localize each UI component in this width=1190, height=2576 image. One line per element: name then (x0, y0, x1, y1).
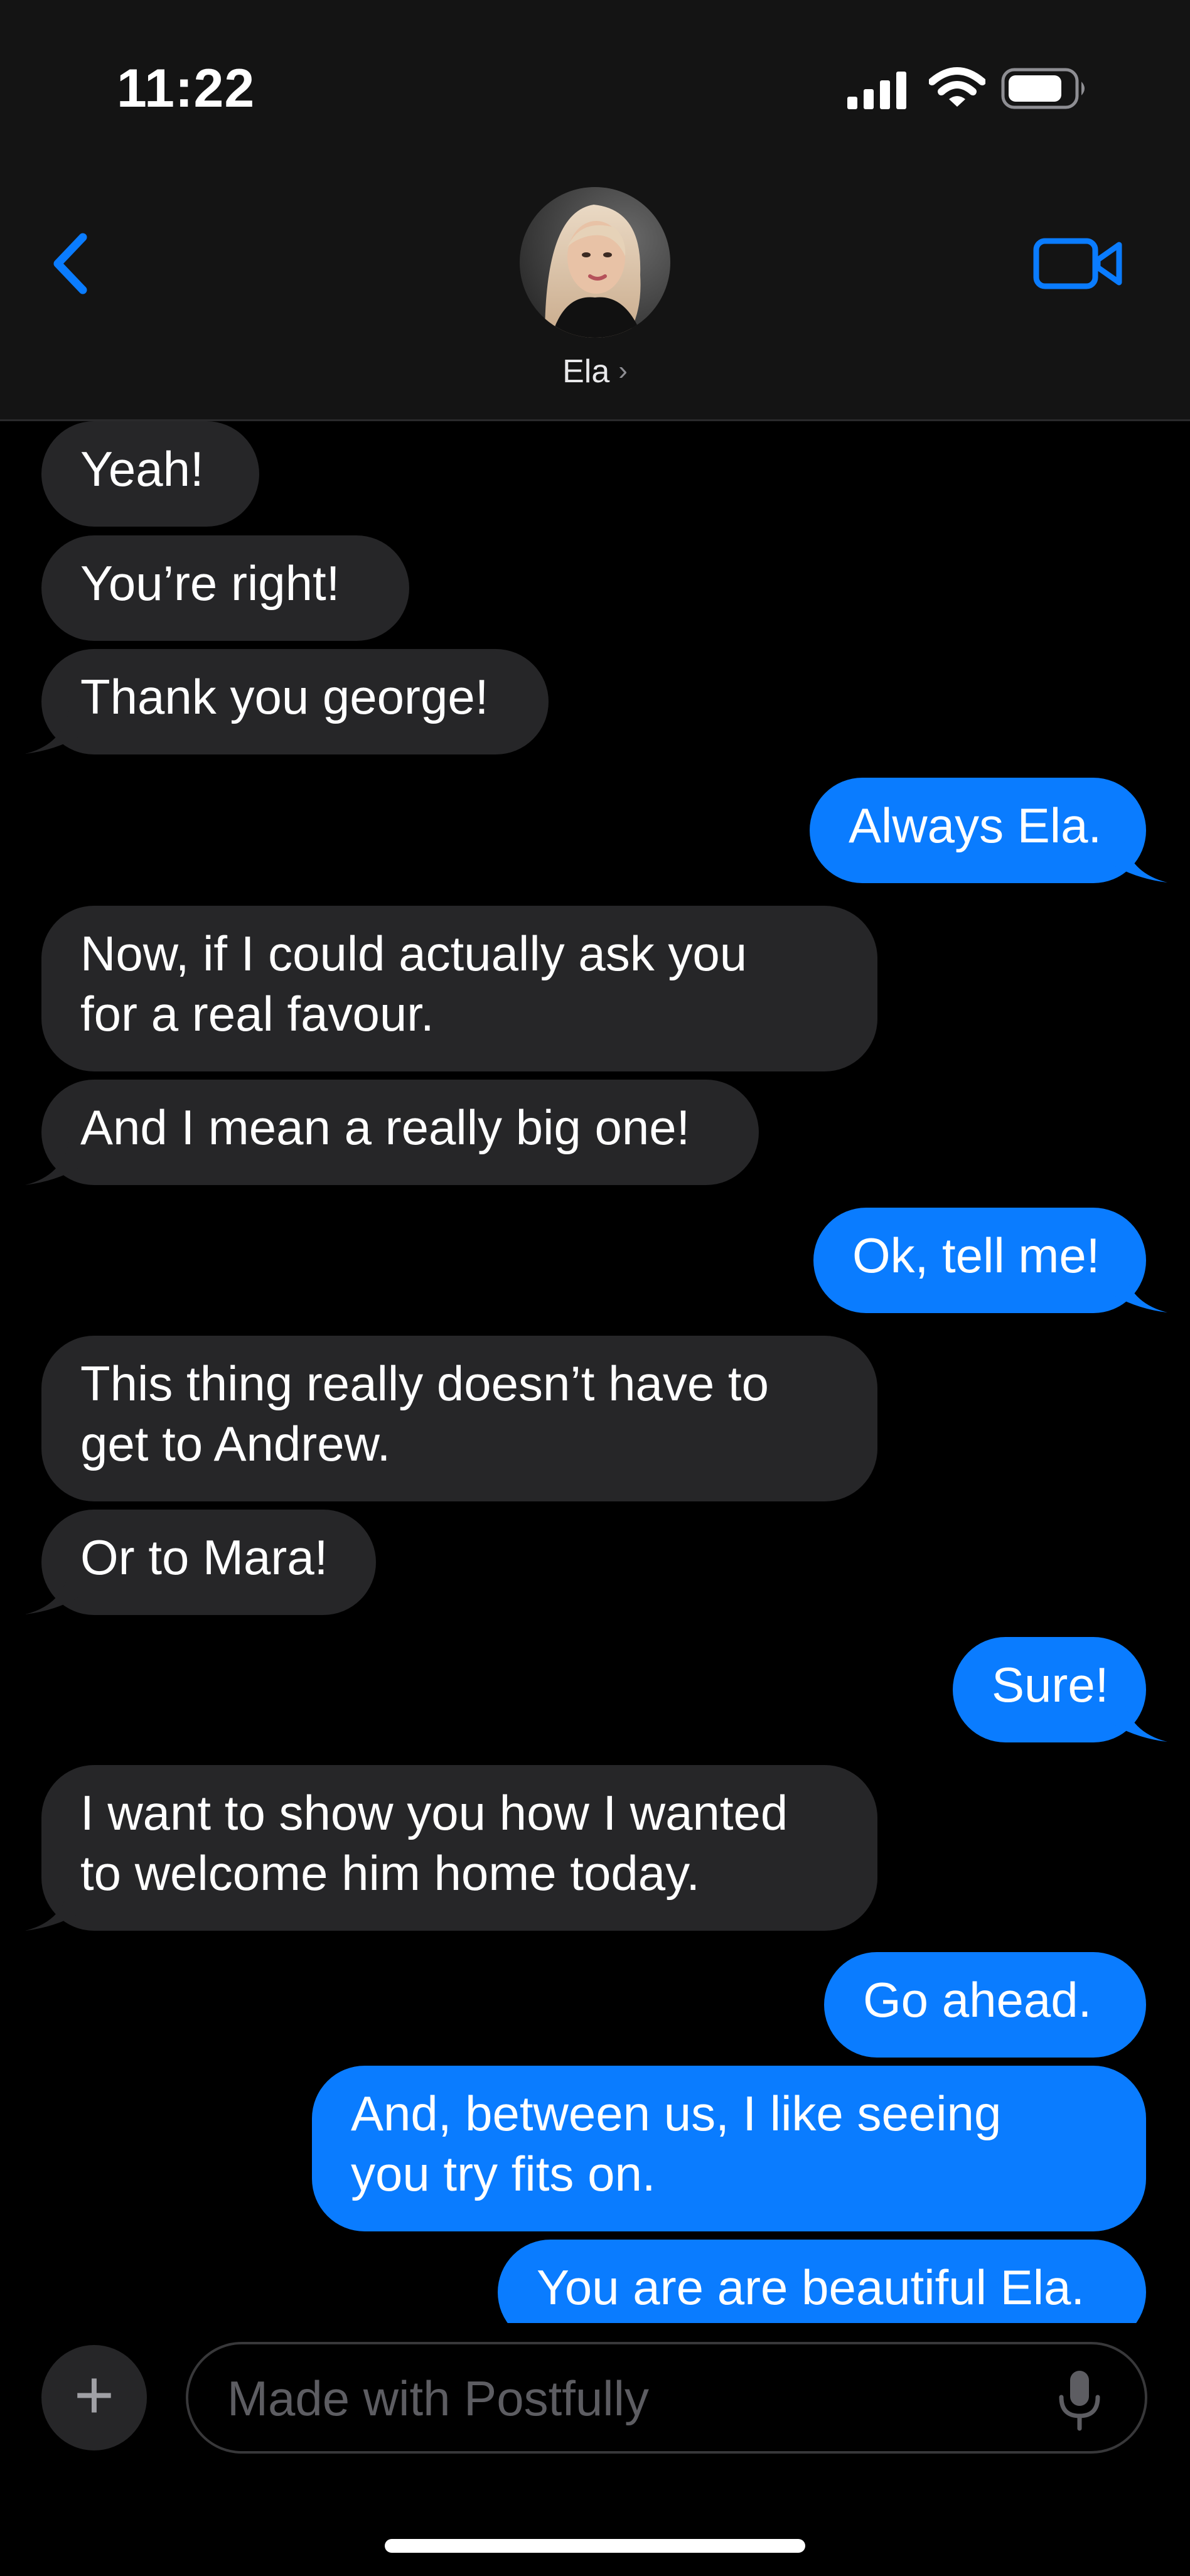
microphone-icon (1059, 2371, 1100, 2431)
contact-photo (520, 187, 670, 338)
message-bubble-outgoing[interactable]: You are are beautiful Ela. (498, 2240, 1146, 2323)
bubble-tail (25, 1570, 82, 1614)
cellular-signal-icon (847, 72, 906, 109)
video-camera-icon (1033, 238, 1122, 289)
battery-icon (1001, 68, 1085, 109)
wifi-icon (929, 67, 985, 107)
contact-name-button[interactable]: Ela › (0, 353, 1190, 390)
conversation-header: 11:22 Ela › (0, 0, 1190, 421)
status-icons (847, 63, 1092, 113)
plus-icon: + (73, 2356, 115, 2434)
dictation-button[interactable] (1045, 2366, 1114, 2435)
bubble-tail (25, 1887, 82, 1931)
bubble-tail (1111, 1698, 1167, 1742)
message-field[interactable] (186, 2342, 1147, 2454)
back-button[interactable] (44, 226, 100, 301)
message-bubble-outgoing[interactable]: And, between us, I like seeing you try f… (312, 2066, 1146, 2231)
bubble-tail (25, 1141, 82, 1185)
message-bubble-incoming[interactable]: I want to show you how I wanted to welco… (41, 1765, 877, 1931)
message-thread[interactable]: Yeah! You’re right! Thank you george! Al… (0, 421, 1190, 2323)
home-indicator[interactable] (385, 2539, 805, 2553)
composer: + (0, 2323, 1190, 2576)
chevron-left-icon (53, 233, 87, 294)
message-bubble-incoming[interactable]: And I mean a really big one! (41, 1080, 759, 1185)
bubble-tail (1111, 839, 1167, 883)
message-bubble-incoming[interactable]: Now, if I could actually ask you for a r… (41, 906, 877, 1071)
message-bubble-incoming[interactable]: Or to Mara! (41, 1510, 376, 1615)
message-bubble-outgoing[interactable]: Go ahead. (824, 1952, 1146, 2058)
video-call-button[interactable] (1032, 232, 1127, 295)
bubble-tail (25, 710, 82, 754)
message-bubble-outgoing[interactable]: Ok, tell me! (813, 1208, 1146, 1313)
message-bubble-incoming[interactable]: You’re right! (41, 535, 409, 641)
add-attachment-button[interactable]: + (41, 2345, 147, 2450)
chevron-right-icon: › (618, 355, 628, 386)
message-bubble-incoming[interactable]: Yeah! (41, 421, 259, 527)
message-bubble-outgoing[interactable]: Always Ela. (810, 778, 1146, 883)
message-input[interactable] (226, 2344, 1013, 2452)
contact-name: Ela (562, 353, 610, 390)
message-bubble-incoming[interactable]: Thank you george! (41, 649, 549, 754)
message-bubble-incoming[interactable]: This thing really doesn’t have to get to… (41, 1336, 877, 1501)
status-time: 11:22 (117, 58, 255, 119)
bubble-tail (1111, 1269, 1167, 1312)
contact-avatar[interactable] (520, 187, 670, 338)
